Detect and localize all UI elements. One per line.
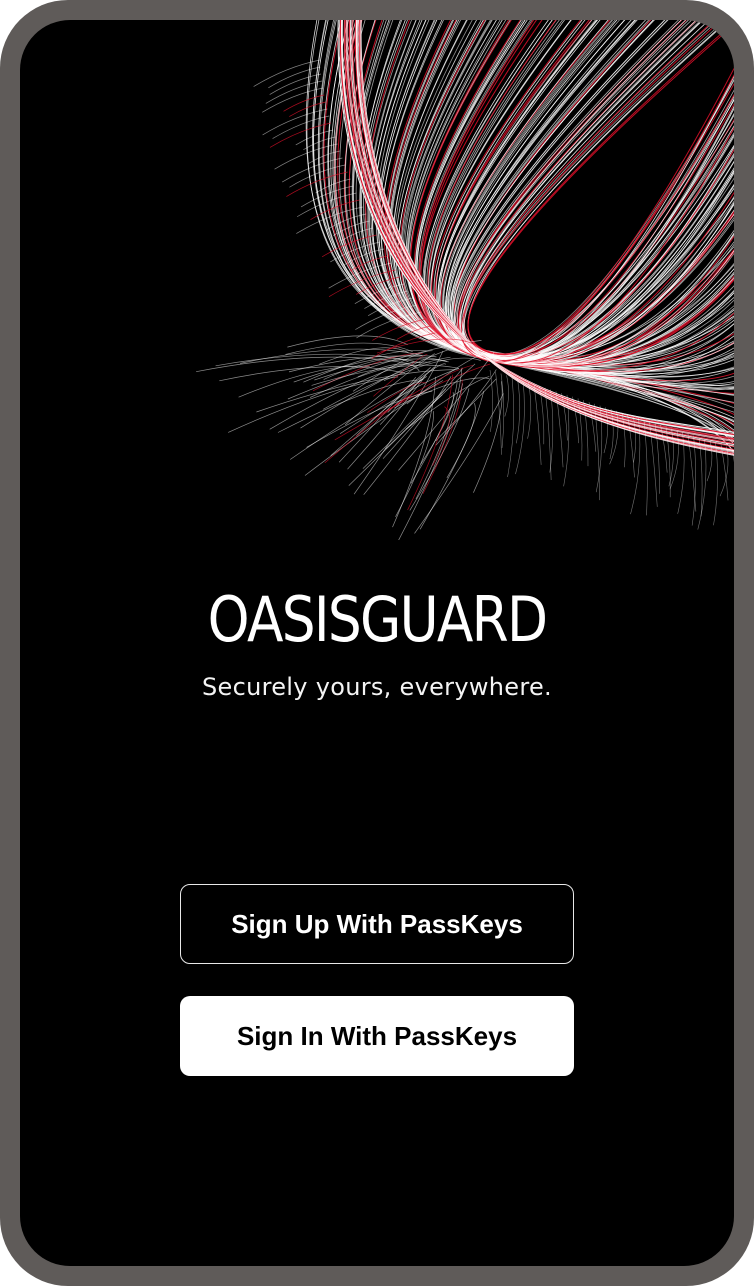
app-title: OASISGUARD	[207, 583, 548, 656]
burst-line	[446, 402, 476, 479]
burst-line	[731, 448, 734, 463]
burst-line	[527, 382, 532, 439]
burst-line	[289, 164, 346, 188]
sign-up-with-passkeys-button[interactable]: Sign Up With PassKeys	[180, 884, 574, 964]
radiating-lines-burst-icon	[196, 20, 734, 540]
burst-line	[533, 384, 542, 465]
burst-line	[489, 369, 493, 432]
burst-line	[269, 73, 322, 95]
burst-line	[698, 437, 703, 517]
burst-line	[500, 373, 505, 448]
sign-in-with-passkeys-button[interactable]: Sign In With PassKeys	[180, 996, 574, 1076]
sign-up-button-label: Sign Up With PassKeys	[231, 908, 523, 939]
burst-line	[435, 378, 497, 441]
device-frame: OASISGUARD Securely yours, everywhere. S…	[0, 0, 754, 1286]
burst-line	[504, 375, 509, 417]
burst-line	[414, 393, 504, 534]
app-tagline: Securely yours, everywhere.	[202, 673, 552, 701]
burst-line	[268, 66, 321, 89]
burst-line	[422, 379, 463, 494]
burst-line	[346, 20, 734, 442]
app-screen: OASISGUARD Securely yours, everywhere. S…	[20, 20, 734, 1266]
burst-line	[334, 363, 491, 441]
burst-line	[516, 378, 521, 444]
burst-line	[691, 435, 696, 526]
burst-line	[409, 388, 470, 511]
sign-in-button-label: Sign In With PassKeys	[236, 1020, 518, 1051]
burst-line	[262, 108, 328, 136]
burst-line	[295, 129, 334, 146]
burst-line	[515, 380, 525, 475]
burst-line	[713, 442, 718, 526]
burst-line	[544, 387, 552, 480]
burst-line	[407, 374, 453, 511]
